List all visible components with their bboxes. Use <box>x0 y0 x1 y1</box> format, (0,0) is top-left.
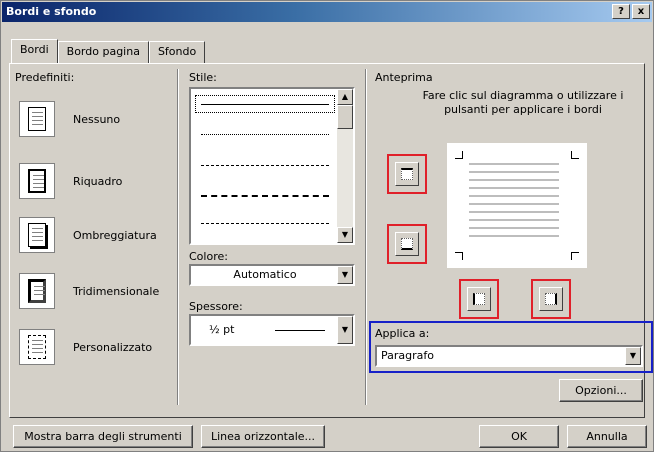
separator-left <box>177 69 179 405</box>
chevron-down-icon[interactable]: ▼ <box>625 347 641 365</box>
width-combo[interactable]: ½ pt ▼ <box>189 314 355 346</box>
top-border-button[interactable] <box>387 154 427 194</box>
width-label: Spessore: <box>189 300 243 313</box>
color-value: Automatico <box>233 268 297 281</box>
show-toolbar-button[interactable]: Mostra barra degli strumenti <box>13 425 193 448</box>
apply-to-value: Paragrafo <box>381 349 434 362</box>
width-value: ½ pt <box>209 323 235 336</box>
preview-diagram[interactable] <box>447 143 587 268</box>
right-border-button[interactable] <box>531 279 571 319</box>
line-style-list[interactable]: ▲ ▼ <box>189 87 355 245</box>
border-left-icon <box>473 293 485 305</box>
style-dash-dot[interactable] <box>201 223 329 224</box>
cancel-button[interactable]: Annulla <box>567 425 647 448</box>
border-right-icon <box>545 293 557 305</box>
preset-3d-button[interactable] <box>19 273 55 309</box>
border-none-icon <box>28 107 46 131</box>
help-button[interactable]: ? <box>612 4 630 19</box>
preset-shadow-button[interactable] <box>19 217 55 253</box>
style-dotted[interactable] <box>201 134 329 135</box>
apply-to-label: Applica a: <box>375 327 430 340</box>
preset-shadow-label: Ombreggiatura <box>73 229 157 242</box>
preset-none-button[interactable] <box>19 101 55 137</box>
horizontal-line-button[interactable]: Linea orizzontale... <box>201 425 325 448</box>
preset-box-label: Riquadro <box>73 175 123 188</box>
border-3d-icon <box>28 279 46 303</box>
scroll-thumb[interactable] <box>337 105 353 129</box>
style-dashed-large[interactable] <box>201 195 329 197</box>
ok-button[interactable]: OK <box>479 425 559 448</box>
tab-bordo-pagina[interactable]: Bordo pagina <box>57 41 149 63</box>
scroll-up-icon[interactable]: ▲ <box>337 89 353 105</box>
left-border-button[interactable] <box>459 279 499 319</box>
border-bottom-icon <box>401 238 413 250</box>
color-combo[interactable]: Automatico ▼ <box>189 264 355 286</box>
border-top-icon <box>401 168 413 180</box>
close-button[interactable]: x <box>632 4 650 19</box>
tab-bordi[interactable]: Bordi <box>11 39 58 63</box>
preset-custom-button[interactable] <box>19 329 55 365</box>
window-title: Bordi e sfondo <box>6 5 97 18</box>
border-shadow-icon <box>28 223 46 247</box>
color-label: Colore: <box>189 250 228 263</box>
chevron-down-icon[interactable]: ▼ <box>337 266 353 284</box>
preset-box-button[interactable] <box>19 163 55 199</box>
preview-label: Anteprima <box>375 71 433 84</box>
scroll-down-icon[interactable]: ▼ <box>337 227 353 243</box>
title-bar: Bordi e sfondo ? x <box>2 2 652 22</box>
preset-3d-label: Tridimensionale <box>73 285 160 298</box>
border-custom-icon <box>28 335 46 359</box>
style-solid[interactable] <box>201 104 329 105</box>
preset-custom-label: Personalizzato <box>73 341 153 354</box>
preset-none-label: Nessuno <box>73 113 121 126</box>
presets-label: Predefiniti: <box>15 71 75 84</box>
bottom-border-button[interactable] <box>387 224 427 264</box>
preview-hint: Fare clic sul diagramma o utilizzare i p… <box>422 89 624 116</box>
apply-to-combo[interactable]: Paragrafo ▼ <box>375 345 643 367</box>
chevron-down-icon[interactable]: ▼ <box>337 316 353 344</box>
style-dashed-small[interactable] <box>201 165 329 166</box>
tab-sfondo[interactable]: Sfondo <box>148 41 206 63</box>
borders-dialog: Bordi e sfondo ? x Bordi Bordo pagina Sf… <box>0 0 654 452</box>
options-button[interactable]: Opzioni... <box>559 379 643 402</box>
width-sample-line <box>275 330 325 331</box>
style-label: Stile: <box>189 71 217 84</box>
style-scrollbar[interactable]: ▲ ▼ <box>337 89 353 243</box>
separator-right <box>365 69 367 405</box>
tab-strip: Bordi Bordo pagina Sfondo <box>11 39 206 63</box>
border-box-icon <box>28 169 46 193</box>
